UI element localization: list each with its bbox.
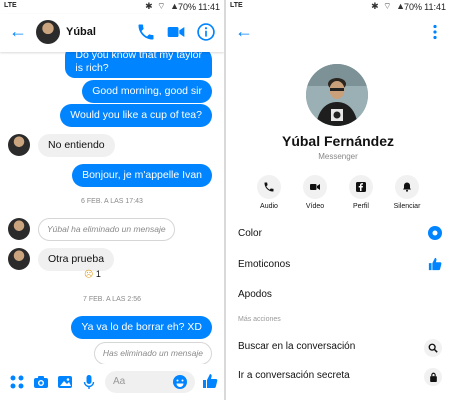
battery-level: 70%	[177, 2, 196, 12]
timestamp: 6 FEB. A LAS 17:43	[81, 198, 143, 205]
setting-label: Color	[238, 228, 262, 239]
message-in[interactable]: No entiendo	[38, 134, 115, 157]
emoji-icon[interactable]	[172, 374, 188, 390]
message-out[interactable]: Would you like a cup of tea?	[60, 104, 212, 127]
message-out[interactable]: Do you know that my taylor is rich?	[65, 52, 212, 78]
message-out[interactable]: Good morning, good sir	[82, 80, 212, 103]
signal-icons: ✱ ⌔ ▲	[371, 1, 406, 11]
section-header: Más acciones	[238, 316, 281, 323]
chat-header: ← Yúbal	[0, 14, 224, 52]
action-label: Perfil	[353, 203, 369, 210]
color-swatch-icon	[428, 226, 442, 240]
conversation-settings-screen: LTE ✱ ⌔ ▲ 70% 11:41 ← Yúbal Fernández Me…	[226, 0, 450, 400]
lock-icon	[424, 368, 442, 386]
setting-label: Ir a conversación secreta	[238, 370, 350, 381]
clock: 11:41	[198, 2, 220, 12]
message-in[interactable]: Otra prueba	[38, 248, 115, 271]
profile-subtitle: Messenger	[318, 152, 358, 161]
message-text: is rich?	[75, 62, 109, 74]
message-out[interactable]: Bonjour, je m'appelle Ivan	[72, 164, 212, 187]
image-icon[interactable]	[57, 374, 73, 390]
avatar[interactable]	[8, 248, 30, 270]
action-label: Silenciar	[393, 203, 421, 210]
search-icon	[424, 339, 442, 357]
apps-grid-icon[interactable]	[9, 374, 25, 390]
audio-call-button[interactable]: Audio	[246, 175, 292, 210]
avatar[interactable]	[36, 20, 60, 44]
setting-label: Apodos	[238, 289, 272, 300]
more-vertical-icon[interactable]	[432, 24, 438, 40]
bell-icon	[403, 182, 411, 192]
clock: 11:41	[424, 2, 446, 12]
reaction[interactable]: ☹ 1	[84, 269, 101, 280]
deleted-message[interactable]: Yúbal ha eliminado un mensaje	[38, 218, 175, 241]
contact-name[interactable]: Yúbal	[66, 26, 96, 38]
info-icon[interactable]	[196, 22, 216, 42]
avatar[interactable]	[8, 218, 30, 240]
nicknames-setting[interactable]: Apodos	[238, 289, 450, 305]
phone-icon	[264, 182, 274, 192]
secret-conversation-item[interactable]: Ir a conversación secreta	[238, 368, 450, 386]
profile-photo[interactable]	[306, 64, 368, 126]
status-bar: LTE ✱ ⌔ ▲ 70% 11:41	[0, 0, 224, 14]
profile-name: Yúbal Fernández	[281, 133, 395, 149]
avatar[interactable]	[8, 134, 30, 156]
back-arrow-icon[interactable]: ←	[235, 21, 253, 41]
search-conversation-item[interactable]: Buscar en la conversación	[238, 339, 450, 357]
timestamp: 7 FEB. A LAS 2:56	[83, 296, 141, 303]
thumbs-up-icon[interactable]	[202, 373, 218, 389]
settings-header: ←	[226, 14, 450, 50]
video-call-button[interactable]: Vídeo	[292, 175, 338, 210]
emoji-setting[interactable]: Emoticonos	[238, 257, 450, 275]
deleted-message[interactable]: Has eliminado un mensaje	[93, 342, 212, 364]
back-arrow-icon[interactable]: ←	[9, 21, 27, 41]
camera-icon[interactable]	[33, 374, 49, 390]
facebook-icon	[356, 182, 366, 192]
video-camera-icon	[310, 184, 320, 190]
phone-icon[interactable]	[136, 22, 156, 42]
battery-level: 70%	[403, 2, 422, 12]
color-setting[interactable]: Color	[238, 226, 450, 244]
mute-button[interactable]: Silenciar	[384, 175, 430, 210]
signal-icons: ✱ ⌔ ▲	[145, 1, 180, 11]
angry-emoji-icon: ☹	[84, 269, 94, 279]
composer-bar: Aa	[0, 364, 224, 400]
microphone-icon[interactable]	[81, 374, 97, 390]
status-bar: LTE ✱ ⌔ ▲ 70% 11:41	[226, 0, 450, 14]
profile-button[interactable]: Perfil	[338, 175, 384, 210]
message-text: Do you know that my taylor	[75, 52, 202, 61]
setting-label: Buscar en la conversación	[238, 341, 356, 352]
carrier-label: LTE	[4, 2, 17, 9]
video-camera-icon[interactable]	[166, 22, 186, 42]
carrier-label: LTE	[230, 2, 243, 9]
chat-screen: LTE ✱ ⌔ ▲ 70% 11:41 ← Yúbal Do you know …	[0, 0, 224, 400]
reaction-count: 1	[95, 269, 101, 279]
message-list[interactable]: Do you know that my taylor is rich? Good…	[0, 52, 224, 364]
message-out[interactable]: Ya va lo de borrar eh? XD	[71, 316, 212, 339]
action-label: Audio	[260, 203, 278, 210]
setting-label: Emoticonos	[238, 259, 291, 270]
action-label: Vídeo	[305, 203, 325, 210]
thumbs-up-icon	[428, 257, 442, 271]
